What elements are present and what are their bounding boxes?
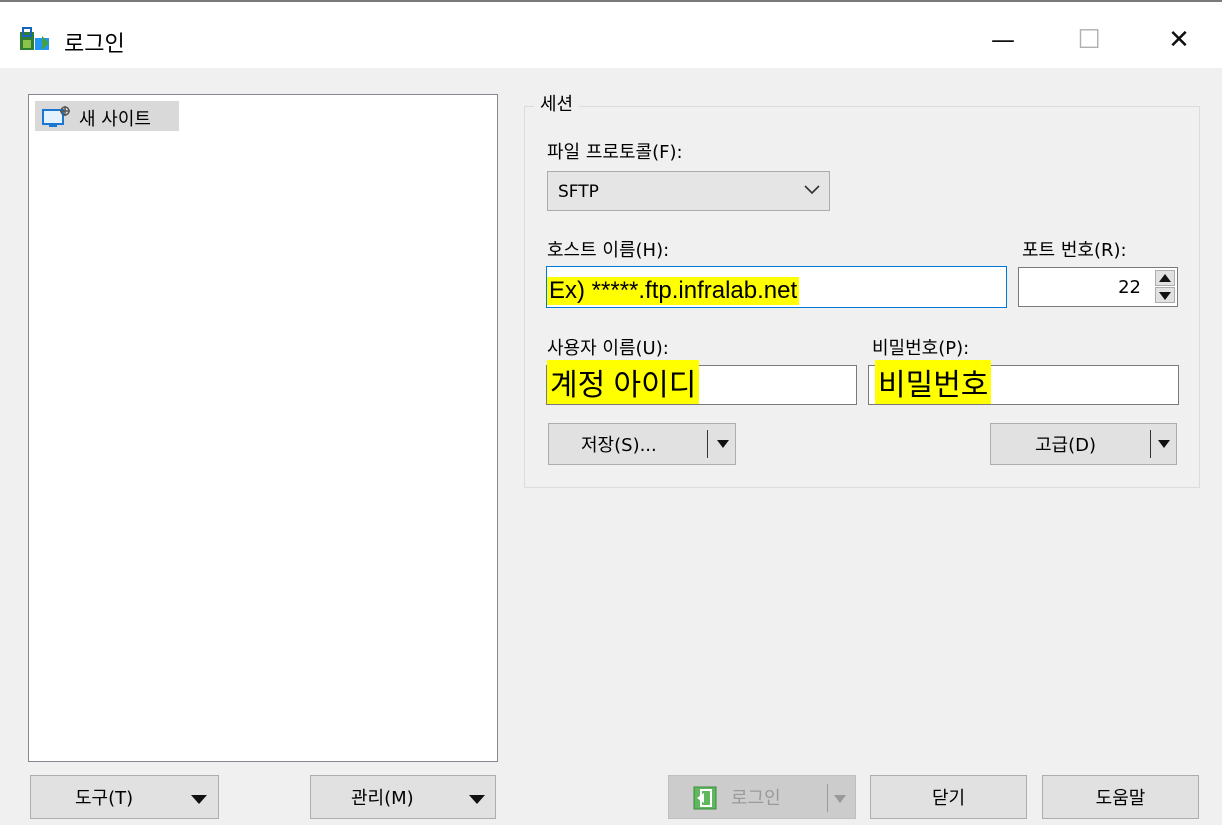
new-site-icon [42, 106, 70, 127]
site-item-label: 새 사이트 [79, 109, 151, 130]
save-button-label: 저장(S)... [581, 435, 657, 456]
username-label: 사용자 이름(U): [547, 338, 669, 359]
split-divider [1150, 430, 1151, 458]
help-button-label: 도움말 [1095, 788, 1146, 809]
split-divider [827, 784, 828, 812]
port-decrement-button[interactable] [1155, 287, 1175, 303]
host-input[interactable]: Ex) *****.ftp.infralab.net [546, 266, 1007, 308]
close-button-label: 닫기 [931, 788, 966, 809]
port-increment-button[interactable] [1155, 270, 1175, 286]
port-stepper[interactable]: 22 [1018, 267, 1178, 307]
maximize-button[interactable]: ☐ [1054, 16, 1124, 64]
split-divider [707, 430, 708, 458]
tools-button[interactable]: 도구(T) [30, 775, 219, 819]
host-label: 호스트 이름(H): [547, 240, 670, 261]
login-icon [693, 786, 717, 810]
save-dropdown-button[interactable] [711, 424, 735, 464]
maximize-icon: ☐ [1077, 25, 1101, 55]
password-label: 비밀번호(P): [872, 338, 970, 359]
port-label: 포트 번호(R): [1022, 240, 1127, 261]
close-button[interactable]: 닫기 [870, 775, 1027, 819]
protocol-select[interactable]: SFTP [547, 171, 830, 211]
site-tree[interactable]: 새 사이트 [28, 94, 498, 762]
window-title: 로그인 [64, 32, 125, 57]
dropdown-arrow-icon [1158, 440, 1170, 448]
host-value: Ex) *****.ftp.infralab.net [547, 277, 800, 305]
site-item-new-site[interactable]: 새 사이트 [35, 101, 179, 131]
title-bar[interactable]: 로그인 — ☐ ✕ [0, 2, 1222, 68]
login-button-label: 로그인 [731, 788, 781, 809]
protocol-value: SFTP [558, 182, 599, 202]
dropdown-arrow-icon [717, 440, 729, 448]
close-window-button[interactable]: ✕ [1144, 16, 1214, 64]
login-button[interactable]: 로그인 [668, 775, 856, 819]
dropdown-arrow-icon [191, 795, 207, 804]
port-value: 22 [1118, 277, 1141, 298]
minimize-button[interactable]: — [968, 16, 1038, 64]
winscp-login-icon [20, 27, 49, 50]
spin-up-icon [1159, 274, 1171, 282]
chevron-down-icon [804, 185, 820, 195]
dropdown-arrow-icon [834, 795, 846, 803]
username-input[interactable]: 계정 아이디 [546, 360, 857, 405]
advanced-button[interactable]: 고급(D) [990, 423, 1177, 465]
session-group-title: 세션 [534, 90, 580, 116]
tools-button-label: 도구(T) [75, 788, 134, 809]
username-value: 계정 아이디 [547, 360, 700, 404]
dropdown-arrow-icon [469, 795, 485, 804]
protocol-label: 파일 프로토콜(F): [547, 142, 683, 163]
spin-down-icon [1159, 292, 1171, 300]
minimize-icon: — [991, 26, 1015, 54]
password-input[interactable]: 비밀번호 [868, 360, 1179, 405]
help-button[interactable]: 도움말 [1042, 775, 1199, 819]
manage-button-label: 관리(M) [351, 788, 414, 809]
close-icon: ✕ [1168, 25, 1190, 55]
advanced-button-label: 고급(D) [1035, 435, 1097, 456]
password-value: 비밀번호 [875, 360, 992, 404]
save-button[interactable]: 저장(S)... [548, 423, 736, 465]
manage-button[interactable]: 관리(M) [310, 775, 496, 819]
advanced-dropdown-button[interactable] [1152, 424, 1176, 464]
